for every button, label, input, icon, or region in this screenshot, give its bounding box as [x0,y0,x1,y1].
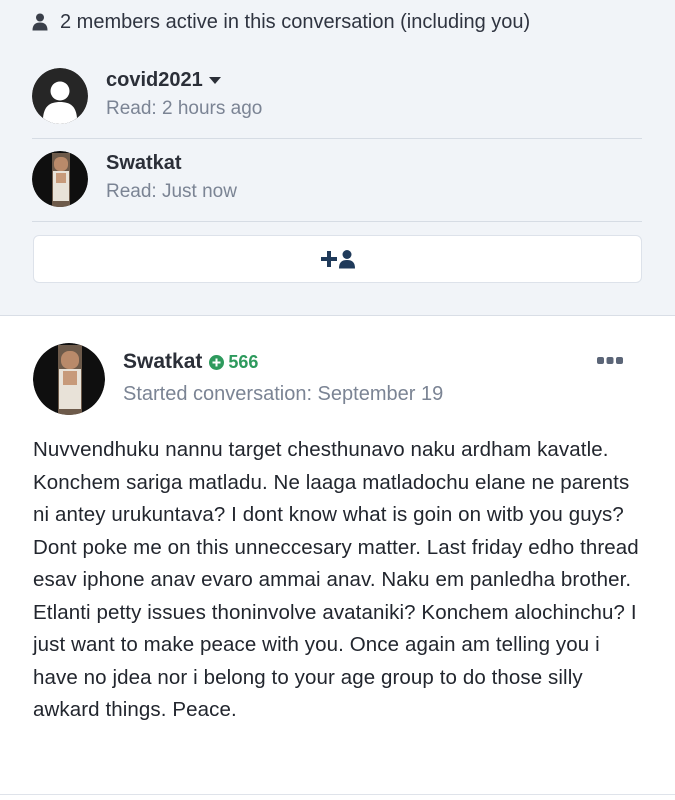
member-name-link[interactable]: covid2021 [106,69,221,92]
member-name-link[interactable]: Swatkat [106,152,182,175]
author-line: Swatkat 566 [123,350,258,374]
member-row: covid2021 Read: 2 hours ago [32,56,642,139]
members-header: 2 members active in this conversation (i… [32,10,530,34]
member-read-status: Read: 2 hours ago [106,98,263,119]
user-icon [32,13,48,31]
plus-circle-icon [209,354,225,370]
message-card: Swatkat 566 Started conversation: Septem… [0,315,675,800]
divider [0,794,675,795]
members-header-text: 2 members active in this conversation (i… [60,10,531,33]
invite-members-button[interactable] [33,235,642,283]
member-read-status: Read: Just now [106,181,237,202]
reputation-count: 566 [228,351,259,372]
ellipsis-icon [597,357,623,364]
avatar-default[interactable] [32,68,88,124]
add-user-icon [320,250,355,269]
author-avatar[interactable] [33,343,105,415]
default-avatar-icon [32,68,88,124]
members-panel: 2 members active in this conversation (i… [0,0,675,315]
started-date: Started conversation: September 19 [123,383,444,405]
user-photo [32,151,88,207]
member-row: Swatkat Read: Just now [32,139,642,222]
message-body: Nuvvendhuku nannu target chesthunavo nak… [33,438,639,721]
chevron-down-icon[interactable] [208,76,221,85]
avatar-swatkat[interactable] [32,151,88,207]
reputation-badge[interactable]: 566 [209,352,258,373]
more-options-button[interactable] [596,355,624,367]
user-photo [33,343,105,415]
member-name[interactable]: Swatkat [106,152,182,175]
author-name[interactable]: Swatkat [123,350,202,374]
member-name[interactable]: covid2021 [106,69,203,92]
